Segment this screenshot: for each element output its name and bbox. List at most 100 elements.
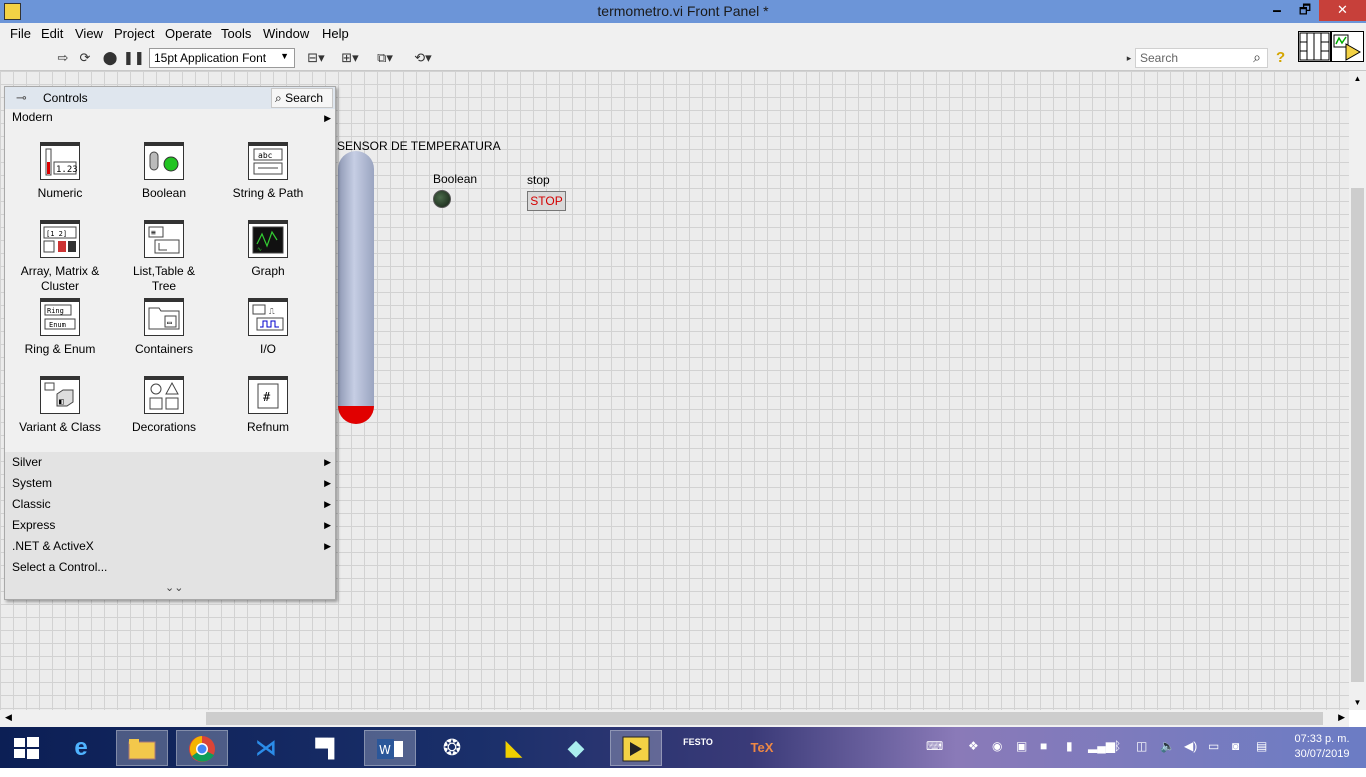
menu-help[interactable]: Help <box>322 26 349 41</box>
refnum-icon: # <box>248 376 288 414</box>
windows-start-icon[interactable] <box>0 730 52 766</box>
palette-category-express[interactable]: Express ▶ <box>5 515 335 536</box>
app-icon[interactable]: ◣ <box>488 730 540 766</box>
file-explorer-icon[interactable] <box>116 730 168 766</box>
abort-icon[interactable]: ⬤ <box>102 50 118 66</box>
list-table-icon: ≡ <box>144 220 184 258</box>
scroll-up-icon[interactable]: ▲ <box>1349 74 1366 83</box>
pin-icon[interactable]: ⊸ <box>16 90 27 106</box>
close-button[interactable]: ✕ <box>1319 0 1366 21</box>
app-icon[interactable]: ◆ <box>550 730 602 766</box>
menu-file[interactable]: File <box>10 26 31 41</box>
thermometer-indicator[interactable] <box>338 151 374 424</box>
speaker-icon[interactable]: ◀) <box>1184 739 1197 753</box>
word-icon[interactable]: W <box>364 730 416 766</box>
menu-tools[interactable]: Tools <box>221 26 251 41</box>
menu-project[interactable]: Project <box>114 26 154 41</box>
tile-list-table-tree[interactable]: ≡ List,Table & Tree <box>114 220 214 294</box>
vertical-scrollbar[interactable]: ▲ ▼ <box>1349 71 1366 710</box>
horizontal-scroll-thumb[interactable] <box>206 712 1323 725</box>
tile-refnum[interactable]: # Refnum <box>218 376 318 435</box>
tile-ring-enum[interactable]: Ring Enum Ring & Enum <box>10 298 110 357</box>
notes-icon[interactable]: ▀▌ <box>302 730 354 766</box>
tile-containers[interactable]: ▭ Containers <box>114 298 214 357</box>
palette-category-dotnet-activex[interactable]: .NET & ActiveX ▶ <box>5 536 335 557</box>
palette-category-classic[interactable]: Classic ▶ <box>5 494 335 515</box>
tile-decorations[interactable]: ○△ Decorations <box>114 376 214 435</box>
tile-boolean[interactable]: Boolean <box>114 142 214 201</box>
vi-icon[interactable] <box>1331 31 1364 62</box>
connector-pane-grid-icon <box>1299 32 1330 61</box>
run-continuously-icon[interactable]: ⟳ <box>77 50 93 66</box>
bluetooth-icon[interactable]: ᛒ <box>1114 739 1121 753</box>
tile-io[interactable]: ⎍ I/O <box>218 298 318 357</box>
menu-edit[interactable]: Edit <box>41 26 63 41</box>
display-icon[interactable]: ▭ <box>1208 739 1219 753</box>
distribute-icon[interactable]: ⊞▾ <box>339 50 361 66</box>
help-icon[interactable]: ? <box>1276 49 1285 66</box>
align-icon[interactable]: ⊟▾ <box>305 50 327 66</box>
scroll-down-icon[interactable]: ▼ <box>1349 698 1366 707</box>
svg-text:○△: ○△ <box>150 410 152 412</box>
festo-fluidsim-icon[interactable]: FESTO <box>672 730 724 766</box>
tile-boolean-label: Boolean <box>141 186 187 200</box>
dropbox-icon[interactable]: ❖ <box>968 739 979 753</box>
keyboard-icon[interactable]: ⌨ <box>926 739 943 753</box>
boolean-led-indicator[interactable] <box>433 190 451 208</box>
tile-array-matrix-cluster[interactable]: [1 2] Array, Matrix & Cluster <box>10 220 110 294</box>
solidworks-icon[interactable]: ■ <box>1040 739 1047 753</box>
refnum-glyph: # <box>257 383 279 409</box>
tray-app-icon[interactable]: ◫ <box>1136 739 1147 753</box>
palette-select-control[interactable]: Select a Control... <box>5 557 335 578</box>
chevron-double-down-icon[interactable]: ⌄⌄ <box>165 581 183 594</box>
font-select[interactable]: 15pt Application Font ▼ <box>149 48 295 68</box>
palette-category-label: Classic <box>12 497 51 511</box>
tile-graph[interactable]: ∿ Graph <box>218 220 318 279</box>
tile-numeric[interactable]: 1.23 Numeric <box>10 142 110 201</box>
camera-icon[interactable]: ◙ <box>1232 739 1239 753</box>
palette-category-label: Silver <box>12 455 43 469</box>
volume-icon[interactable]: 🔈 <box>1160 739 1175 753</box>
labview-icon[interactable] <box>610 730 662 766</box>
internet-explorer-icon[interactable]: e <box>55 730 107 766</box>
signal-icon[interactable]: ▂▄▆ <box>1088 739 1115 753</box>
palette-category-silver[interactable]: Silver ▶ <box>5 452 335 473</box>
battery-icon[interactable]: ▮ <box>1066 739 1073 753</box>
resize-icon[interactable]: ⧉▾ <box>373 50 397 66</box>
maximize-button[interactable]: 🗗 <box>1291 0 1319 21</box>
stop-button[interactable]: STOP <box>527 191 566 211</box>
avast-icon[interactable]: ◉ <box>992 739 1002 753</box>
pause-icon[interactable]: ❚❚ <box>123 50 145 66</box>
search-icon[interactable]: ⌕ <box>1253 49 1261 66</box>
horizontal-scrollbar[interactable]: ◀ ▶ <box>0 710 1349 727</box>
svg-text:[1 2]: [1 2] <box>46 230 67 238</box>
reorder-icon[interactable]: ⟲▾ <box>411 50 435 66</box>
network-app-icon[interactable]: ❂ <box>426 730 478 766</box>
tile-string-path[interactable]: abc String & Path <box>218 142 318 201</box>
tile-variant-class[interactable]: ◧ Variant & Class <box>10 376 110 435</box>
scroll-left-icon[interactable]: ◀ <box>5 712 12 723</box>
run-arrow-icon[interactable]: ⇨ <box>55 50 71 66</box>
menu-operate[interactable]: Operate <box>165 26 212 41</box>
search-expand-icon[interactable]: ▸ <box>1124 50 1134 66</box>
chrome-icon[interactable] <box>176 730 228 766</box>
tex-icon[interactable]: TeX <box>736 730 788 766</box>
scroll-right-icon[interactable]: ▶ <box>1338 712 1345 723</box>
vertical-scroll-thumb[interactable] <box>1351 188 1364 682</box>
palette-category-modern[interactable]: Modern ▶ <box>5 109 335 129</box>
tile-string-path-label: String & Path <box>232 186 304 200</box>
notification-icon[interactable]: ▤ <box>1256 739 1267 753</box>
search-input[interactable]: Search ⌕ <box>1135 48 1268 68</box>
system-clock[interactable]: 07:33 p. m. 30/07/2019 <box>1282 732 1362 762</box>
minimize-button[interactable]: 🗕 <box>1263 0 1291 21</box>
chevron-right-icon: ▶ <box>324 457 331 467</box>
connector-pane[interactable] <box>1298 31 1331 62</box>
svg-text:Enum: Enum <box>49 321 66 329</box>
palette-category-system[interactable]: System ▶ <box>5 473 335 494</box>
menu-view[interactable]: View <box>75 26 103 41</box>
svg-text:◧: ◧ <box>59 397 64 406</box>
visual-studio-code-icon[interactable]: ⋊ <box>240 730 292 766</box>
tray-app-icon[interactable]: ▣ <box>1016 739 1027 753</box>
palette-search-button[interactable]: ⌕ Search <box>271 88 333 108</box>
menu-window[interactable]: Window <box>263 26 309 41</box>
